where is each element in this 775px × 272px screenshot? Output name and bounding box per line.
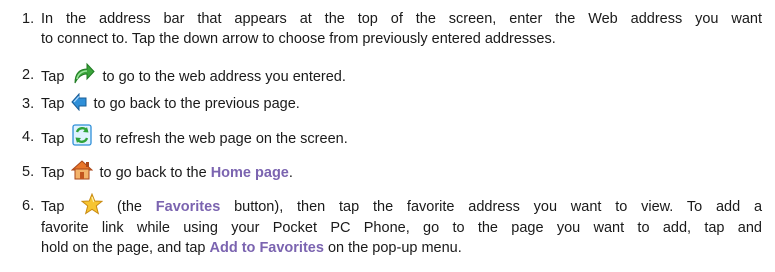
step-number: 1. (22, 11, 35, 27)
step-desc: button), then tap the favorite address y… (234, 198, 763, 215)
step-1: 1. In the address bar that appears at th… (22, 9, 762, 49)
step-desc: hold on the page, and tap (41, 240, 206, 256)
step-number: 2. (22, 67, 35, 83)
tap-text: Tap (41, 96, 65, 112)
step-text: In the address bar that appears at the t… (41, 9, 762, 49)
step-desc: on the pop-up menu. (327, 240, 462, 256)
step-6: 6. Tap (the Favorites button), then tap … (22, 193, 763, 260)
step-text: Tap to go to the web address you entered… (41, 62, 762, 89)
step-text: Tap (the Favorites button), then tap the… (41, 193, 763, 258)
add-to-favorites-keyword: Add to Favorites (209, 240, 324, 256)
tap-text: Tap (41, 130, 65, 147)
back-arrow-icon (71, 93, 87, 112)
step-1-line-1: In the address bar that appears at the t… (41, 11, 762, 27)
step-number: 3. (22, 96, 35, 112)
period: . (288, 164, 293, 181)
step-text: Tap to go back to the previous page. (41, 93, 762, 114)
tap-text: Tap (41, 198, 65, 215)
step-desc: to refresh the web page on the screen. (99, 130, 348, 147)
step-6-line-2: favorite link while using your Pocket PC… (41, 220, 762, 236)
step-text: Tap to go back to the Home page. (41, 159, 762, 184)
step-desc: to go to the web address you entered. (102, 68, 346, 85)
paren-open-text: (the (116, 198, 142, 215)
refresh-icon (71, 123, 93, 147)
step-number: 4. (22, 129, 35, 145)
step-6-line-3: hold on the page, and tap Add to Favorit… (41, 238, 762, 258)
step-text: Tap to refresh the web page on the scree… (41, 124, 762, 151)
step-1-line-2: to connect to. Tap the down arrow to cho… (41, 31, 556, 47)
favorites-star-icon (81, 193, 104, 215)
go-arrow-icon (72, 61, 96, 85)
tap-text: Tap (41, 68, 65, 85)
step-number: 6. (22, 198, 35, 214)
home-icon (71, 159, 94, 181)
step-desc: to go back to the (99, 164, 207, 181)
step-number: 5. (22, 164, 35, 180)
favorites-keyword: Favorites (155, 198, 221, 215)
tap-text: Tap (41, 164, 65, 181)
step-6-line-1: Tap (the Favorites button), then tap the… (41, 193, 763, 218)
home-page-keyword: Home page (210, 164, 289, 181)
step-desc: to go back to the previous page. (93, 96, 300, 112)
